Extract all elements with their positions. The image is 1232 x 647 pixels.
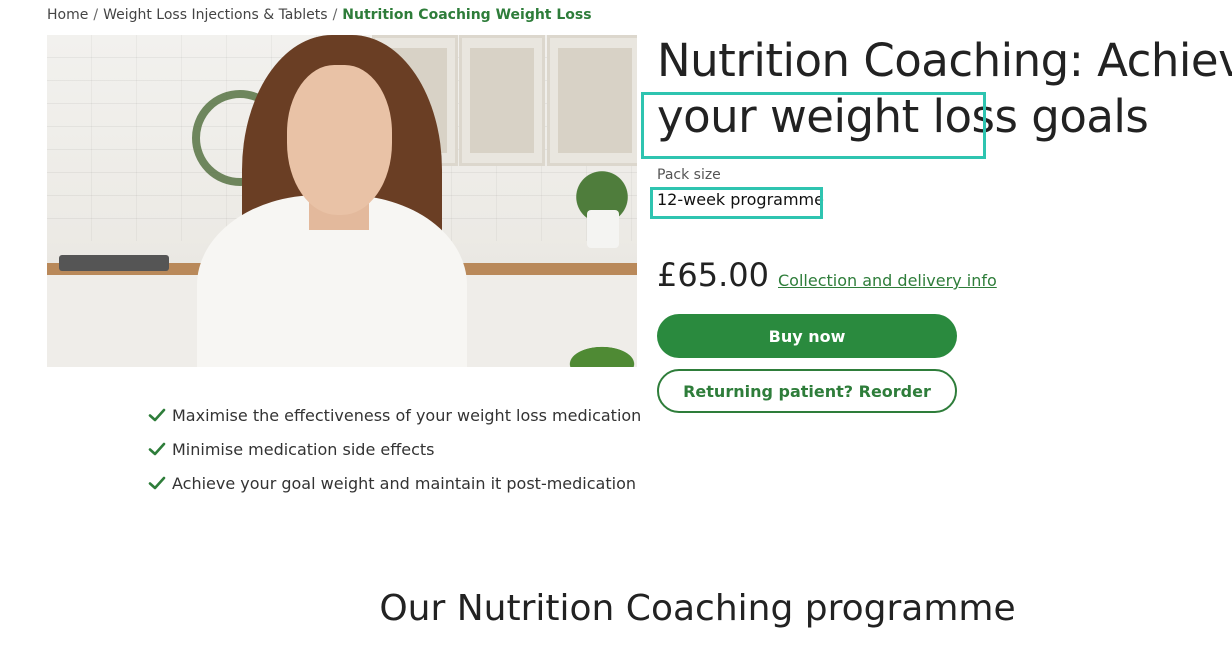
product-page: Home / Weight Loss Injections & Tablets / Nu… [0,0,1232,647]
breadcrumb-separator: / [93,7,99,23]
breadcrumb: Home / Weight Loss Injections & Tablets / Nu… [47,7,592,23]
breadcrumb-current: Nutrition Coaching Weight Loss [342,7,592,23]
plant-pot [587,210,619,248]
benefit-text: Achieve your goal weight and maintain it… [172,473,636,493]
benefit-item: Minimise medication side effects [148,432,641,466]
pack-size-value[interactable]: 12-week programme [657,190,824,209]
reorder-button[interactable]: Returning patient? Reorder [657,369,957,413]
product-title-line-2: your weight loss goals [657,89,1227,145]
product-title-line-1: Nutrition Coaching: Achieve [657,34,1232,87]
check-icon [148,442,166,456]
benefit-text: Maximise the effectiveness of your weigh… [172,405,642,425]
product-title-highlight: your weight loss [657,90,1018,143]
stove [59,255,169,271]
person-face [287,65,392,215]
pack-size-label: Pack size [657,167,721,183]
buy-now-button[interactable]: Buy now [657,314,957,358]
check-icon [148,476,166,490]
benefits-list: Maximise the effectiveness of your weigh… [148,398,641,500]
product-hero-image [47,35,637,367]
product-title: Nutrition Coaching: Achieve your weight … [657,33,1232,145]
benefit-item: Maximise the effectiveness of your weigh… [148,398,641,432]
kitchen-cabinet [459,35,545,166]
section-title: Our Nutrition Coaching programme [379,588,1016,629]
benefit-item: Achieve your goal weight and maintain it… [148,466,641,500]
breadcrumb-home-link[interactable]: Home [47,7,88,23]
breadcrumb-separator: / [332,7,338,23]
product-title-rest: goals [1031,90,1149,143]
kitchen-cabinet [547,35,637,166]
vegetables [557,340,637,367]
product-price: £65.00 [657,256,769,294]
benefit-text: Minimise medication side effects [172,439,435,459]
delivery-info-link[interactable]: Collection and delivery info [778,271,997,290]
breadcrumb-category-link[interactable]: Weight Loss Injections & Tablets [103,7,328,23]
check-icon [148,408,166,422]
